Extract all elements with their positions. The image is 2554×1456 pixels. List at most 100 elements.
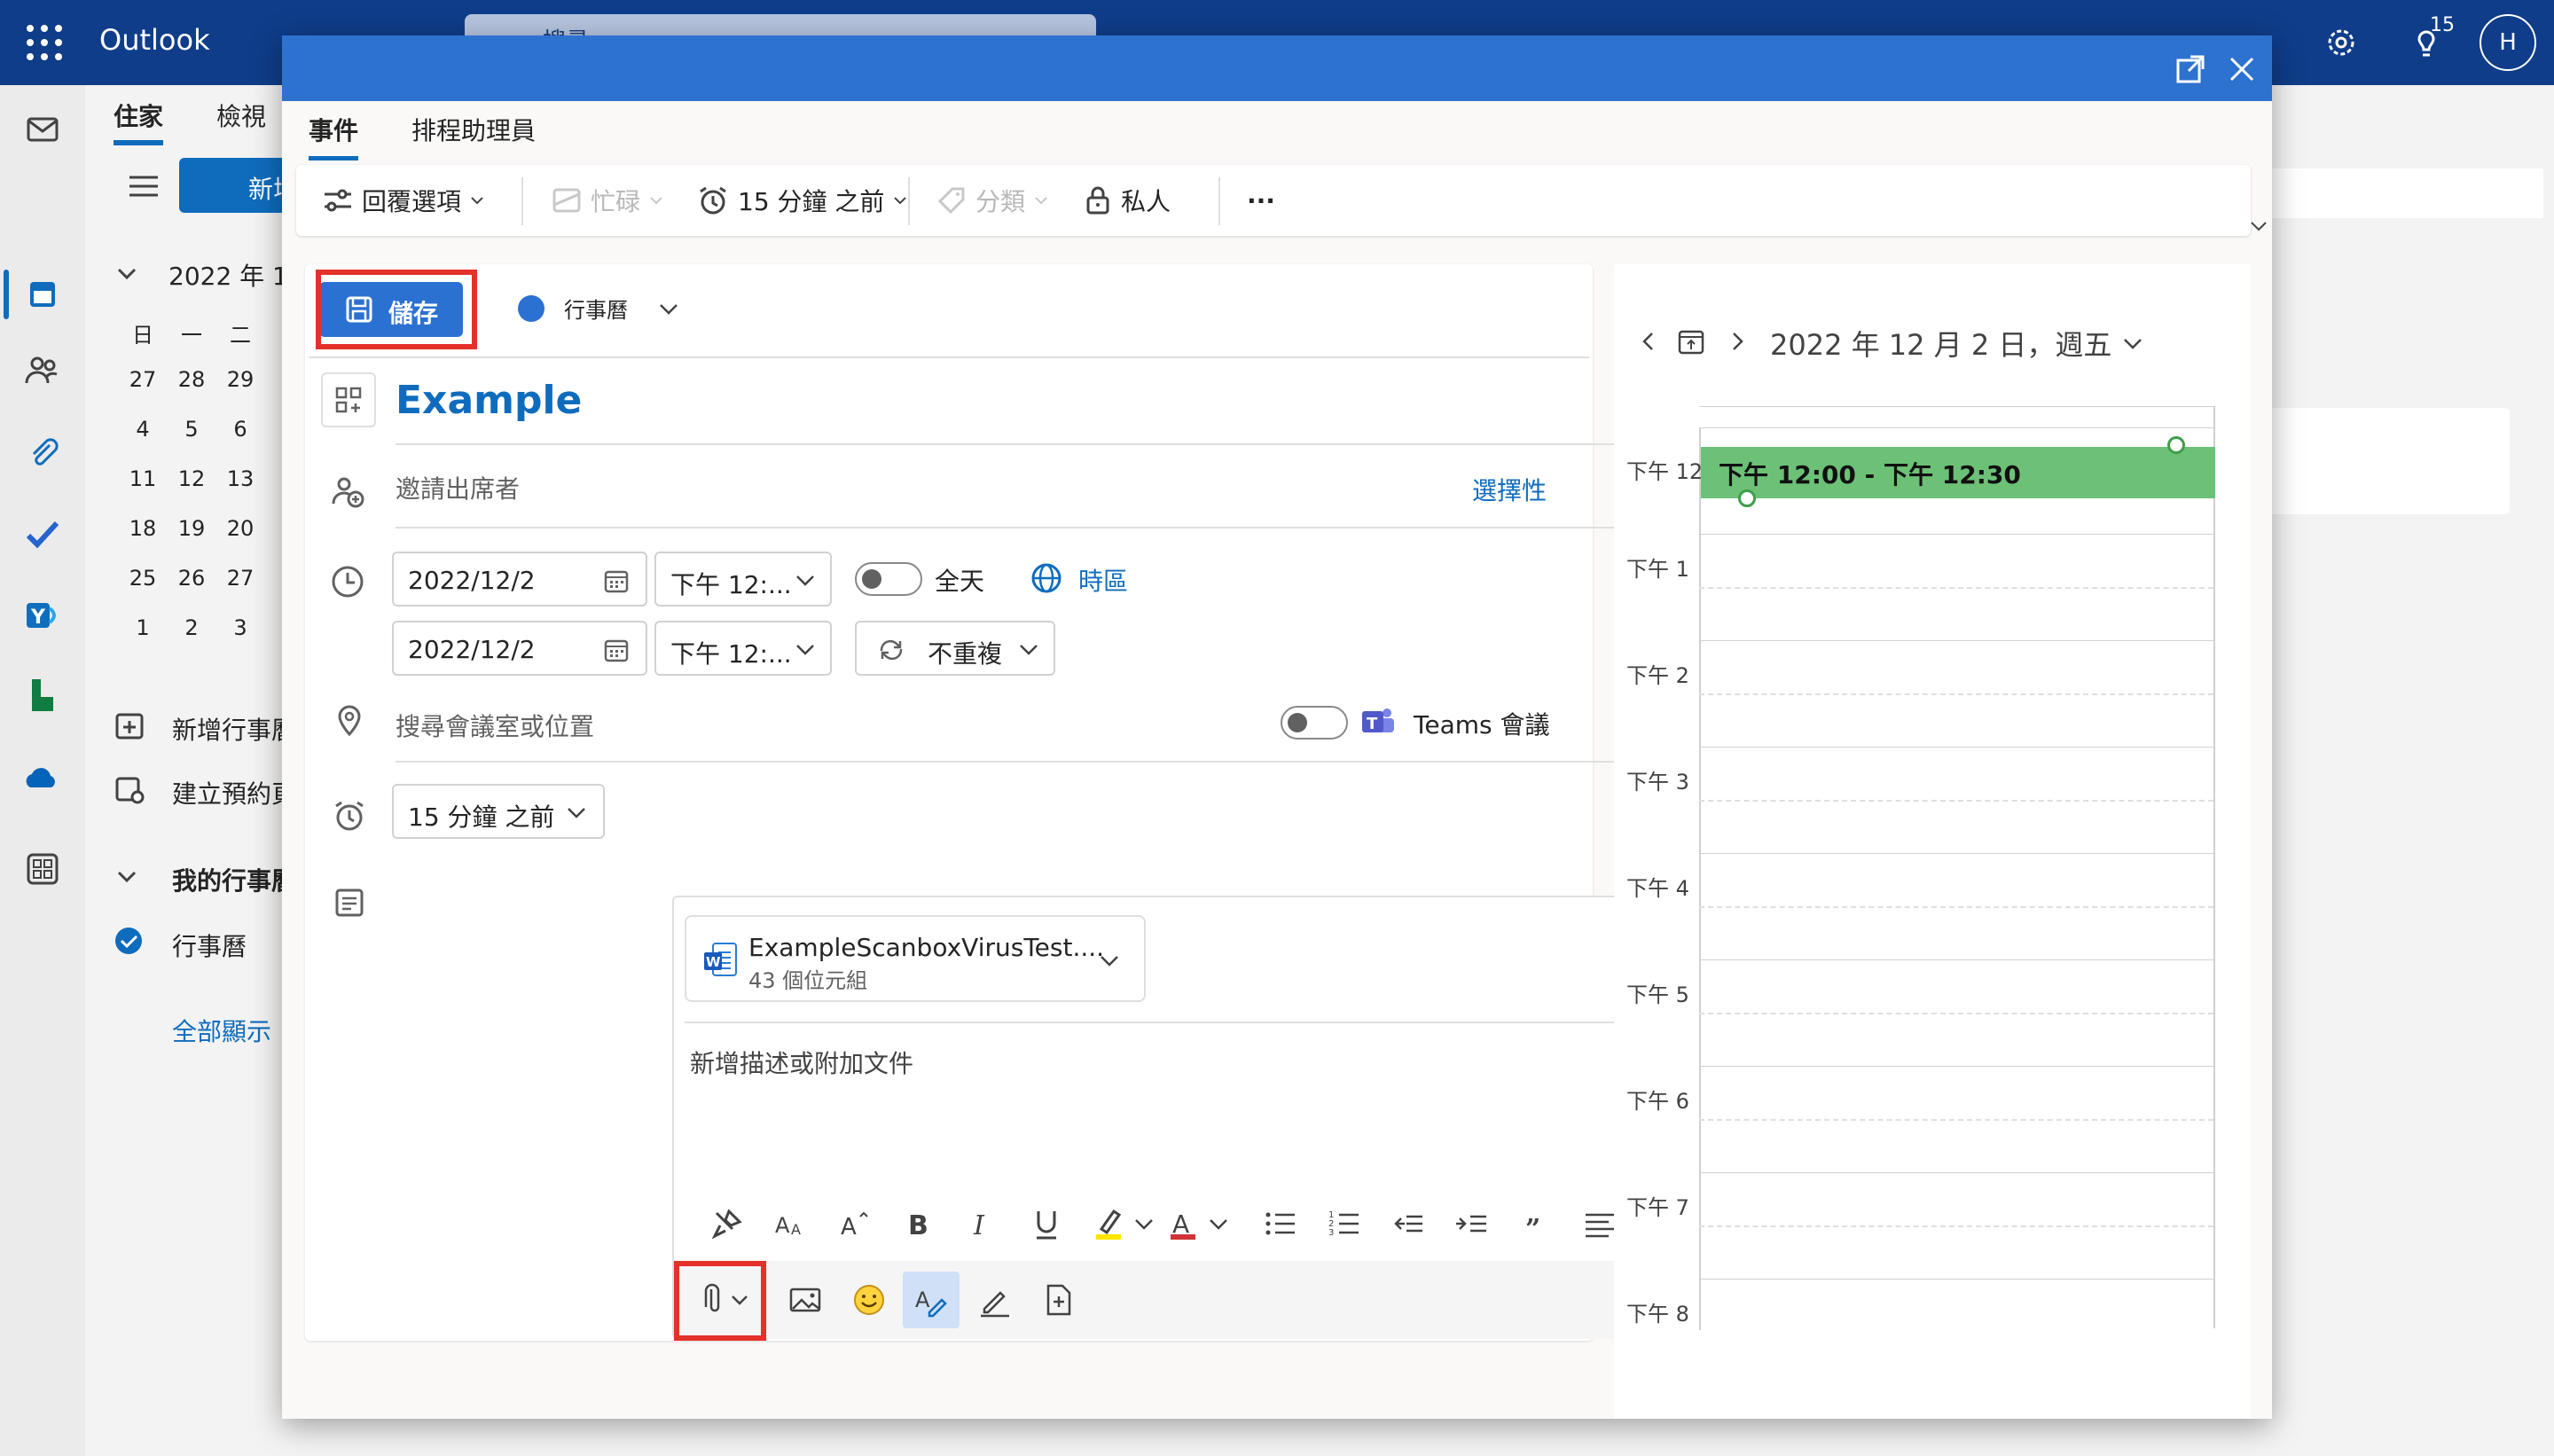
italic-icon[interactable]: I	[965, 1206, 1000, 1241]
description-input[interactable]: 新增描述或附加文件	[690, 1045, 913, 1080]
menu-icon[interactable]	[126, 168, 161, 204]
mini-calendar-day[interactable]: 12	[169, 466, 214, 491]
signature-icon[interactable]	[975, 1280, 1015, 1319]
calendar-picker-icon[interactable]	[603, 568, 630, 594]
next-day-icon[interactable]	[1726, 330, 1749, 353]
mini-calendar-day[interactable]: 5	[169, 417, 214, 442]
app-launcher-icon[interactable]	[23, 21, 66, 64]
settings-icon[interactable]	[2323, 18, 2359, 67]
mini-calendar-day[interactable]: 19	[169, 516, 214, 541]
insert-picture-icon[interactable]	[786, 1280, 825, 1319]
start-date-field[interactable]: 2022/12/2	[392, 552, 647, 607]
add-calendar-link[interactable]: 新增行事曆	[172, 711, 287, 747]
highlight-icon[interactable]	[1093, 1206, 1128, 1241]
event-block[interactable]: 下午 12:00 - 下午 12:30	[1701, 447, 2215, 498]
event-title-input[interactable]: Example	[396, 378, 582, 423]
start-time-field[interactable]: 下午 12:...	[654, 552, 832, 607]
event-type-icon[interactable]	[321, 372, 376, 427]
mini-calendar-day[interactable]: 18	[121, 516, 165, 541]
bullet-list-icon[interactable]	[1263, 1206, 1298, 1241]
mail-icon[interactable]	[23, 110, 62, 149]
busy-button[interactable]: 忙碌	[552, 165, 674, 236]
onedrive-icon[interactable]	[23, 759, 62, 798]
font-color-icon[interactable]: A	[1167, 1206, 1203, 1241]
teams-meeting-toggle[interactable]	[1281, 706, 1348, 740]
calendar-date-title[interactable]: 2022 年 12 月 2 日，週五	[1770, 323, 2144, 364]
reminder-button[interactable]: 15 分鐘 之前	[697, 165, 918, 236]
people-icon[interactable]	[23, 351, 62, 390]
font-color-dropdown-chevron-icon[interactable]	[1208, 1206, 1229, 1241]
attachment-card[interactable]: W ExampleScanboxVirusTest.... 43 個位元組	[685, 915, 1146, 1002]
mini-calendar-day[interactable]: 11	[121, 466, 165, 491]
mini-calendar-day[interactable]: 28	[169, 367, 214, 392]
tab-scheduling-assistant[interactable]: 排程助理員	[411, 112, 536, 147]
grow-font-icon[interactable]: A	[837, 1206, 873, 1241]
optional-attendees-link[interactable]: 選擇性	[1472, 472, 1547, 507]
today-icon[interactable]	[1676, 326, 1706, 356]
ribbon-expand-chevron-icon[interactable]	[2245, 213, 2272, 239]
previous-day-icon[interactable]	[1637, 330, 1660, 353]
bookings-icon[interactable]	[23, 676, 62, 715]
mini-calendar-day[interactable]: 25	[121, 566, 165, 591]
avatar[interactable]: H	[2480, 14, 2536, 71]
underline-icon[interactable]	[1029, 1206, 1064, 1241]
more-apps-icon[interactable]	[23, 849, 62, 888]
tab-view[interactable]: 檢視	[216, 98, 266, 133]
tab-event[interactable]: 事件	[309, 112, 359, 160]
calendar-selector[interactable]: 行事曆	[518, 293, 681, 324]
app-name[interactable]: Outlook	[99, 23, 210, 57]
my-calendars-heading[interactable]: 我的行事曆	[172, 862, 287, 897]
decrease-indent-icon[interactable]	[1391, 1206, 1426, 1241]
mini-calendar-day[interactable]: 26	[169, 566, 214, 591]
calendar-picker-icon[interactable]	[603, 637, 630, 663]
reminder-dropdown[interactable]: 15 分鐘 之前	[392, 784, 605, 839]
close-icon[interactable]	[2224, 51, 2260, 87]
collapse-chevron-icon[interactable]	[114, 261, 140, 287]
event-resize-handle-top[interactable]	[2167, 436, 2185, 454]
mini-calendar-day[interactable]: 27	[121, 367, 165, 392]
todo-icon[interactable]	[23, 514, 62, 553]
calendar-icon[interactable]	[23, 275, 62, 314]
private-button[interactable]: 私人	[1084, 165, 1171, 236]
more-options-button[interactable]: ···	[1247, 165, 1275, 236]
show-all-link[interactable]: 全部顯示	[172, 1013, 287, 1048]
repeat-dropdown[interactable]: 不重複	[855, 621, 1055, 676]
event-resize-handle-bottom[interactable]	[1738, 489, 1756, 507]
booking-page-link[interactable]: 建立預約頁面	[172, 775, 287, 810]
format-painter-icon[interactable]	[709, 1206, 745, 1241]
mini-calendar-day[interactable]: 13	[218, 466, 262, 491]
all-day-toggle[interactable]	[855, 562, 922, 596]
insert-loop-icon[interactable]	[1039, 1280, 1078, 1319]
mini-calendar-day[interactable]: 6	[218, 417, 262, 442]
highlight-dropdown-chevron-icon[interactable]	[1133, 1206, 1155, 1241]
yammer-icon[interactable]: Y	[23, 596, 62, 635]
increase-indent-icon[interactable]	[1454, 1206, 1490, 1241]
end-date-field[interactable]: 2022/12/2	[392, 621, 647, 676]
numbered-list-icon[interactable]: 123	[1327, 1206, 1362, 1241]
calendar-checked-icon[interactable]	[114, 926, 144, 956]
end-time-field[interactable]: 下午 12:...	[654, 621, 832, 676]
emoji-icon[interactable]	[850, 1280, 889, 1319]
mini-calendar-day[interactable]: 4	[121, 417, 165, 442]
quote-icon[interactable]: ”	[1518, 1206, 1554, 1241]
pop-out-icon[interactable]	[2173, 51, 2208, 87]
font-size-icon[interactable]: AA	[773, 1206, 809, 1241]
mini-calendar-day[interactable]: 29	[218, 367, 262, 392]
align-icon[interactable]	[1582, 1206, 1618, 1241]
mini-calendar-day[interactable]: 3	[218, 615, 262, 640]
categorize-button[interactable]: 分類	[936, 165, 1059, 236]
response-options-button[interactable]: 回覆選項	[323, 165, 495, 236]
attachment-menu-chevron-icon[interactable]	[1096, 947, 1123, 974]
bold-icon[interactable]: B	[901, 1206, 936, 1241]
mini-calendar-day[interactable]: 27	[218, 566, 262, 591]
mini-calendar-day[interactable]: 1	[121, 615, 165, 640]
location-input[interactable]: 搜尋會議室或位置	[396, 708, 594, 743]
attendees-input[interactable]: 邀請出席者	[396, 470, 520, 505]
calendar-item[interactable]: 行事曆	[172, 928, 287, 963]
mini-calendar-day[interactable]: 2	[169, 615, 214, 640]
editor-icon[interactable]: A	[903, 1272, 960, 1328]
attachments-icon[interactable]	[23, 433, 62, 472]
mini-calendar-day[interactable]: 20	[218, 516, 262, 541]
my-calendars-chevron-icon[interactable]	[114, 864, 140, 890]
timezone-link[interactable]: 時區	[1078, 562, 1128, 598]
